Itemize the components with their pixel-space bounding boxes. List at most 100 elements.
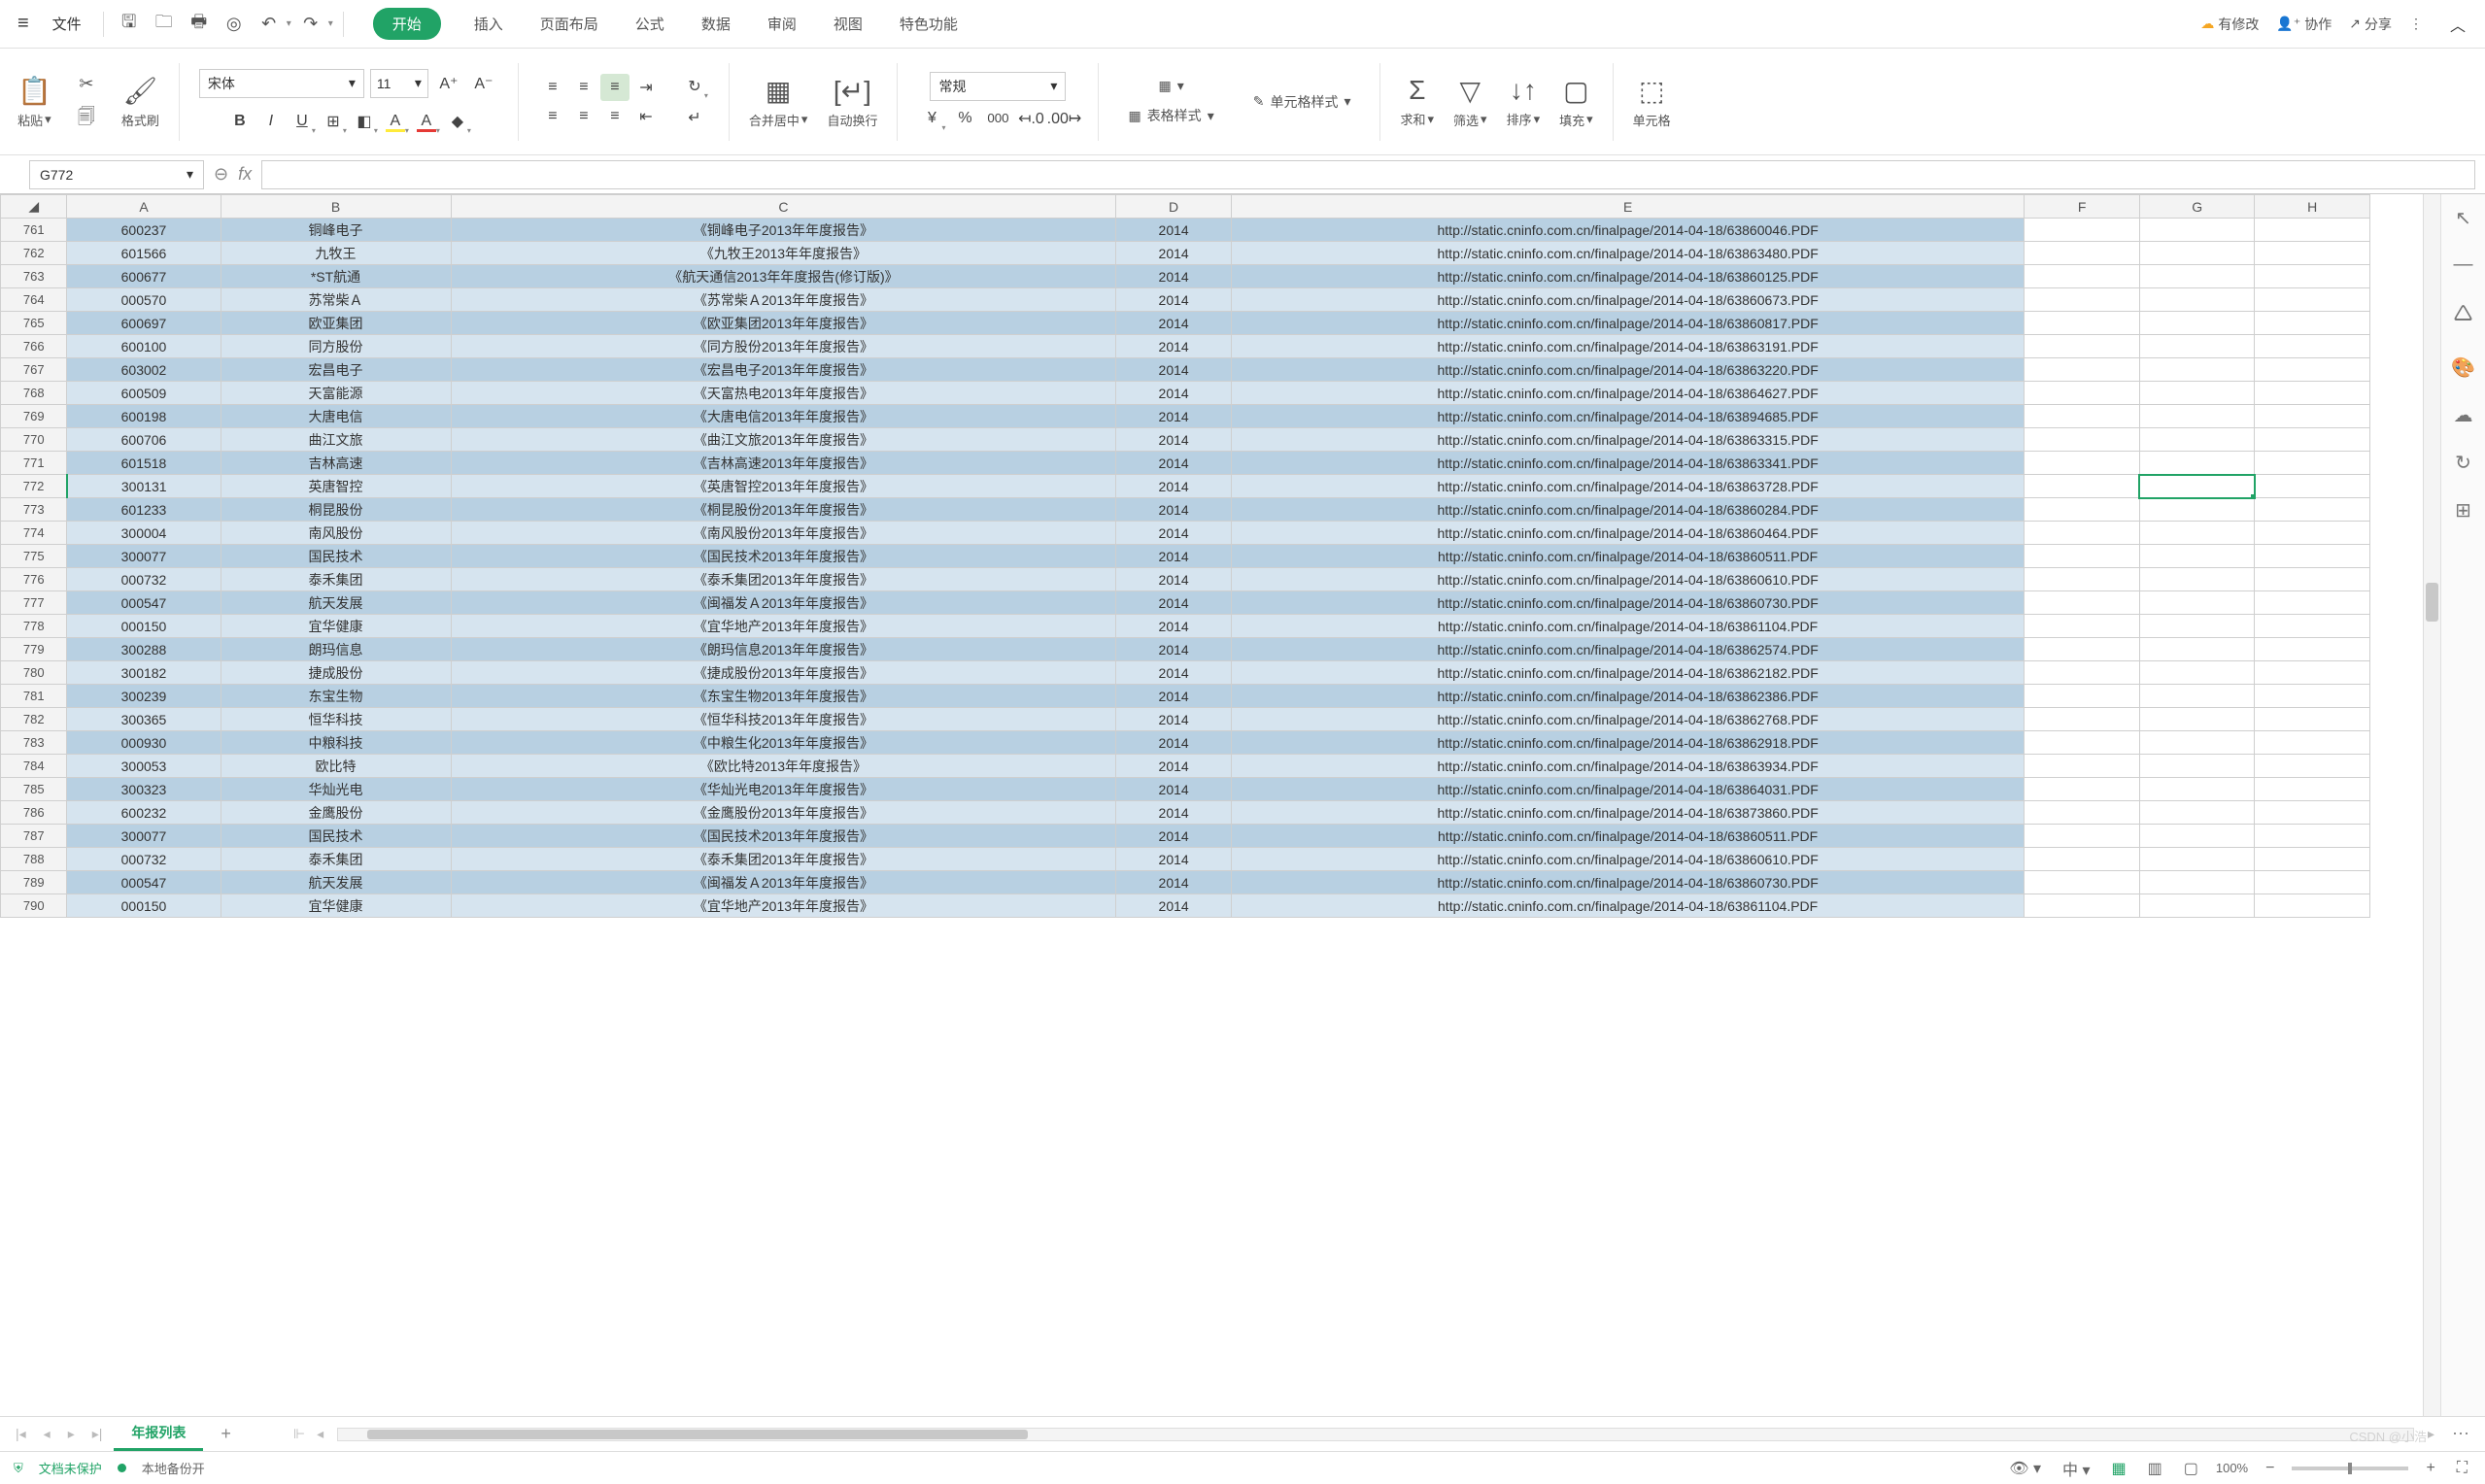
cell[interactable]: 300182 [67, 661, 221, 685]
tab-view[interactable]: 视图 [830, 8, 867, 40]
col-header-B[interactable]: B [221, 195, 451, 219]
cell[interactable]: 桐昆股份 [221, 498, 451, 522]
cell[interactable] [2255, 358, 2370, 382]
cell[interactable] [2025, 335, 2140, 358]
cell[interactable]: 300077 [67, 825, 221, 848]
row-header[interactable]: 773 [1, 498, 67, 522]
cell[interactable] [2255, 452, 2370, 475]
cell[interactable]: 000150 [67, 615, 221, 638]
font-color-icon[interactable]: A [412, 108, 441, 135]
spreadsheet[interactable]: ◢ABCDEFGH761600237铜峰电子《铜峰电子2013年年度报告》201… [0, 194, 2423, 1416]
print-preview-icon[interactable]: ◎ [219, 9, 250, 40]
cell[interactable]: http://static.cninfo.com.cn/finalpage/20… [1231, 428, 2025, 452]
cell[interactable]: http://static.cninfo.com.cn/finalpage/20… [1231, 731, 2025, 755]
cell[interactable]: 300077 [67, 545, 221, 568]
cell[interactable]: 601233 [67, 498, 221, 522]
hscroll-left-icon[interactable]: ◂ [311, 1424, 329, 1444]
cell[interactable]: http://static.cninfo.com.cn/finalpage/20… [1231, 755, 2025, 778]
zoom-level[interactable]: 100% [2216, 1461, 2248, 1475]
cell[interactable]: http://static.cninfo.com.cn/finalpage/20… [1231, 848, 2025, 871]
sheet-tab-active[interactable]: 年报列表 [114, 1417, 203, 1451]
first-sheet-icon[interactable]: |◂ [10, 1424, 32, 1444]
cell[interactable] [2025, 265, 2140, 288]
cell[interactable]: 300004 [67, 522, 221, 545]
cell[interactable]: 《国民技术2013年年度报告》 [451, 825, 1116, 848]
row-header[interactable]: 777 [1, 591, 67, 615]
cell[interactable]: http://static.cninfo.com.cn/finalpage/20… [1231, 615, 2025, 638]
cell[interactable]: 《九牧王2013年年度报告》 [451, 242, 1116, 265]
row-header[interactable]: 787 [1, 825, 67, 848]
cell[interactable] [2139, 312, 2255, 335]
paste-button[interactable]: 📋粘贴 ▾ [12, 71, 57, 133]
cell[interactable]: 欧亚集团 [221, 312, 451, 335]
cell[interactable]: 《金鹰股份2013年年度报告》 [451, 801, 1116, 825]
cut-icon[interactable]: ✂ [71, 69, 102, 100]
tab-data[interactable]: 数据 [698, 8, 734, 40]
cell[interactable]: 欧比特 [221, 755, 451, 778]
cell[interactable]: 2014 [1116, 219, 1232, 242]
cell[interactable]: 《桐昆股份2013年年度报告》 [451, 498, 1116, 522]
cell[interactable]: 《东宝生物2013年年度报告》 [451, 685, 1116, 708]
save-as-icon[interactable]: 🗀 [149, 9, 180, 40]
cell[interactable]: 《泰禾集团2013年年度报告》 [451, 848, 1116, 871]
cell[interactable]: 大唐电信 [221, 405, 451, 428]
cell[interactable]: 《闽福发Ａ2013年年度报告》 [451, 591, 1116, 615]
cell[interactable]: http://static.cninfo.com.cn/finalpage/20… [1231, 312, 2025, 335]
cell[interactable] [2025, 242, 2140, 265]
cell[interactable]: http://static.cninfo.com.cn/finalpage/20… [1231, 522, 2025, 545]
cell[interactable] [2139, 825, 2255, 848]
cell[interactable]: 2014 [1116, 731, 1232, 755]
merge-center-button[interactable]: ▦合并居中 ▾ [743, 71, 814, 133]
cell[interactable]: 《南风股份2013年年度报告》 [451, 522, 1116, 545]
col-header-D[interactable]: D [1116, 195, 1232, 219]
cell[interactable]: 吉林高速 [221, 452, 451, 475]
cell[interactable]: 东宝生物 [221, 685, 451, 708]
cell[interactable]: http://static.cninfo.com.cn/finalpage/20… [1231, 219, 2025, 242]
cell[interactable]: 《宏昌电子2013年年度报告》 [451, 358, 1116, 382]
cell[interactable]: 英唐智控 [221, 475, 451, 498]
backup-icon[interactable]: ☁ [2454, 403, 2473, 427]
cell[interactable]: 2014 [1116, 288, 1232, 312]
cell[interactable]: http://static.cninfo.com.cn/finalpage/20… [1231, 638, 2025, 661]
cell[interactable] [2255, 219, 2370, 242]
cell[interactable] [2255, 568, 2370, 591]
cell[interactable] [2025, 358, 2140, 382]
cell[interactable]: http://static.cninfo.com.cn/finalpage/20… [1231, 894, 2025, 918]
cell[interactable] [2025, 685, 2140, 708]
cell[interactable]: 300131 [67, 475, 221, 498]
row-header[interactable]: 790 [1, 894, 67, 918]
cell[interactable]: 2014 [1116, 615, 1232, 638]
cell[interactable]: http://static.cninfo.com.cn/finalpage/20… [1231, 591, 2025, 615]
cell[interactable] [2139, 242, 2255, 265]
cell[interactable]: http://static.cninfo.com.cn/finalpage/20… [1231, 358, 2025, 382]
cell[interactable]: 2014 [1116, 498, 1232, 522]
hscroll-split-icon[interactable]: ⊩ [288, 1424, 311, 1444]
cell[interactable] [2025, 545, 2140, 568]
cell[interactable]: 2014 [1116, 755, 1232, 778]
cell[interactable] [2255, 685, 2370, 708]
row-header[interactable]: 776 [1, 568, 67, 591]
cell[interactable] [2025, 312, 2140, 335]
cell[interactable] [2139, 801, 2255, 825]
cell[interactable]: http://static.cninfo.com.cn/finalpage/20… [1231, 778, 2025, 801]
cell[interactable]: 《闽福发Ａ2013年年度报告》 [451, 871, 1116, 894]
scroll-thumb[interactable] [367, 1430, 1028, 1439]
format-painter-button[interactable]: 🖌格式刷 [116, 71, 165, 133]
cell[interactable] [2025, 755, 2140, 778]
cell[interactable]: http://static.cninfo.com.cn/finalpage/20… [1231, 498, 2025, 522]
cell[interactable] [2139, 475, 2255, 498]
cell[interactable] [2255, 265, 2370, 288]
cell[interactable]: 2014 [1116, 871, 1232, 894]
redo-dropdown-icon[interactable]: ▾ [328, 18, 333, 29]
cell[interactable] [2255, 242, 2370, 265]
cell[interactable] [2139, 428, 2255, 452]
row-header[interactable]: 775 [1, 545, 67, 568]
scroll-thumb[interactable] [2426, 583, 2438, 622]
cell[interactable]: 《宜华地产2013年年度报告》 [451, 615, 1116, 638]
sort-button[interactable]: ↓↑排序 ▾ [1501, 71, 1547, 132]
cell[interactable] [2025, 428, 2140, 452]
cell[interactable]: 2014 [1116, 661, 1232, 685]
row-header[interactable]: 781 [1, 685, 67, 708]
cell[interactable]: http://static.cninfo.com.cn/finalpage/20… [1231, 801, 2025, 825]
cell[interactable]: http://static.cninfo.com.cn/finalpage/20… [1231, 382, 2025, 405]
